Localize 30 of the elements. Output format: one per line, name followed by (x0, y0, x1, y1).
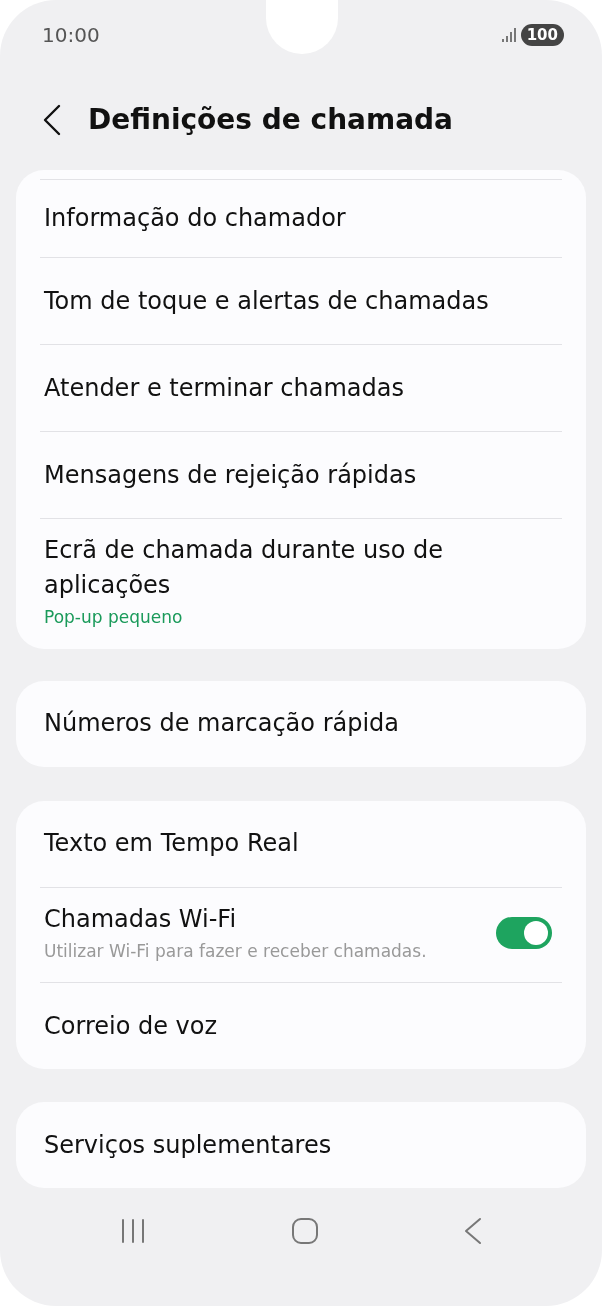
item-title: Números de marcação rápida (44, 708, 401, 739)
settings-item[interactable]: Informação do chamador (16, 180, 586, 257)
home-icon[interactable] (291, 1217, 319, 1245)
toggle-switch[interactable] (496, 916, 552, 949)
settings-item[interactable]: Atender e terminar chamadas (16, 345, 586, 431)
item-title: Texto em Tempo Real (44, 828, 300, 859)
item-title: Mensagens de rejeição rápidas (44, 459, 418, 491)
recent-apps-icon[interactable] (120, 1218, 147, 1244)
settings-item[interactable]: Texto em Tempo Real (16, 800, 586, 887)
settings-item[interactable]: Serviços suplementares (16, 1102, 586, 1188)
item-title: Chamadas Wi-Fi (44, 903, 238, 935)
settings-item[interactable]: Mensagens de rejeição rápidas (16, 432, 586, 518)
item-title: Correio de voz (44, 1010, 219, 1042)
settings-item[interactable]: Correio de voz (16, 983, 586, 1069)
battery-level: 100 (520, 24, 564, 46)
item-description: Utilizar Wi-Fi para fazer e receber chamadas. (44, 939, 428, 963)
item-value: Pop-up pequeno (44, 606, 184, 629)
item-title: Atender e terminar chamadas (44, 372, 405, 404)
status-time: 10:00 (42, 22, 100, 49)
settings-item[interactable]: Chamadas Wi-Fi Utilizar Wi-Fi para fazer e receber chamadas. (16, 887, 586, 982)
item-title: Informação do chamador (44, 203, 347, 234)
signal-icon (500, 27, 517, 43)
settings-item[interactable]: Tom de toque e alertas de chamadas (16, 258, 586, 344)
page-title: Definições de chamada (88, 102, 453, 138)
item-title: Tom de toque e alertas de chamadas (44, 285, 490, 317)
item-title: Serviços suplementares (44, 1129, 333, 1161)
settings-item[interactable]: Números de marcação rápida (16, 680, 586, 767)
back-icon[interactable] (42, 104, 62, 136)
item-title: Ecrã de chamada durante uso de aplicações (44, 535, 445, 601)
settings-item[interactable]: Ecrã de chamada durante uso de aplicações Pop-up pequeno (16, 519, 586, 649)
